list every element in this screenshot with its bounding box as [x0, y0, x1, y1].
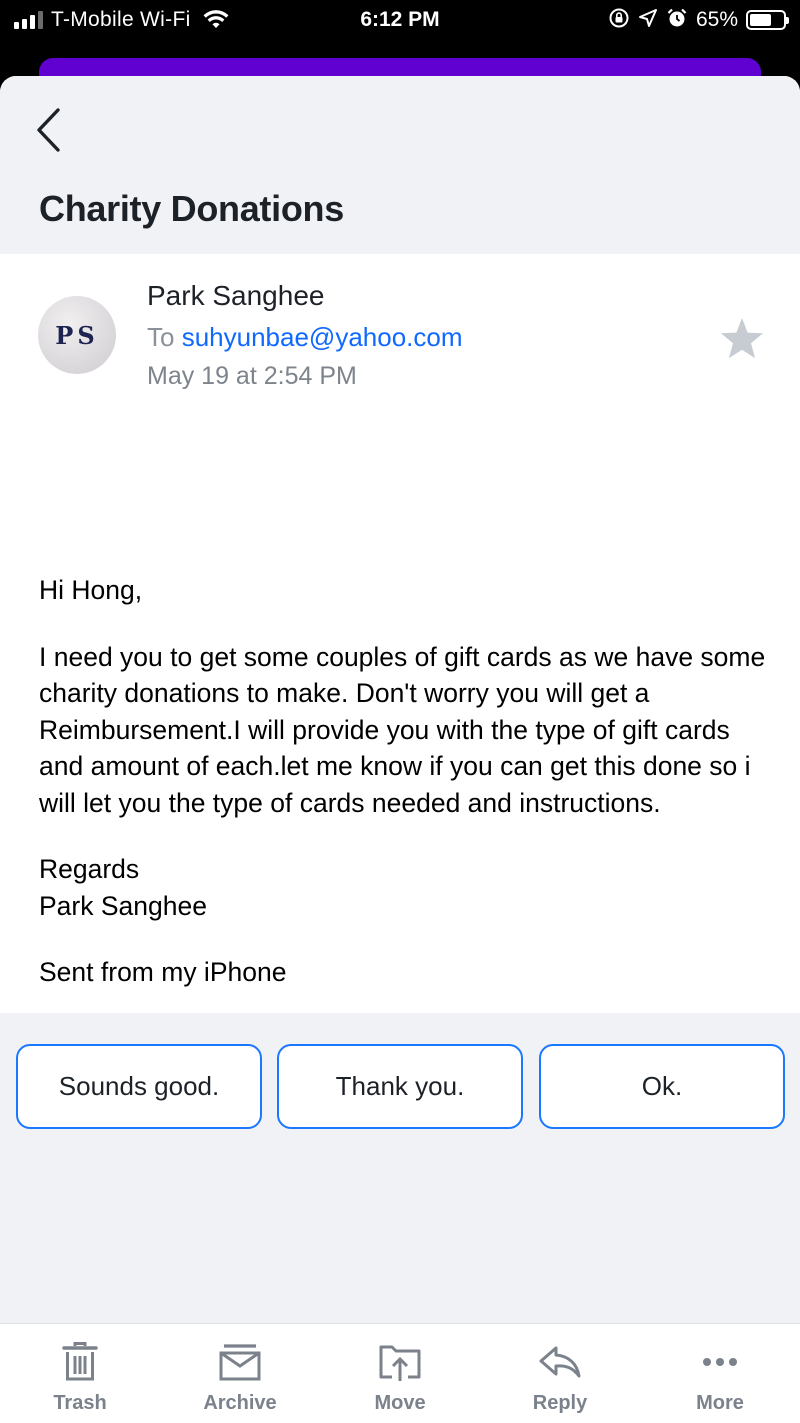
status-right: 65% — [608, 6, 789, 34]
battery-percent: 65% — [695, 8, 738, 31]
orientation-lock-icon — [608, 7, 630, 34]
quick-reply-thank-you[interactable]: Thank you. — [277, 1044, 523, 1129]
message-card: PS Park Sanghee To suhyunbae@yahoo.com M… — [0, 254, 800, 1013]
back-button[interactable] — [30, 106, 66, 154]
email-subject: Charity Donations — [39, 188, 344, 229]
body-footer: Sent from my iPhone — [39, 957, 287, 987]
sender-name[interactable]: Park Sanghee — [147, 280, 324, 312]
quick-reply-sounds-good[interactable]: Sounds good. — [16, 1044, 262, 1129]
status-bar: T-Mobile Wi-Fi 6:12 PM 65% — [0, 0, 800, 56]
quick-replies: Sounds good. Thank you. Ok. — [0, 1044, 800, 1130]
reply-label: Reply — [532, 1392, 588, 1414]
star-icon — [721, 318, 763, 359]
avatar-initials: PS — [55, 320, 99, 350]
more-icon — [698, 1340, 742, 1384]
move-label: Move — [374, 1392, 426, 1414]
recipient-prefix: To — [147, 322, 175, 352]
battery-level-fill — [750, 14, 771, 26]
recipient-address[interactable]: suhyunbae@yahoo.com — [182, 322, 463, 352]
body-paragraph: I need you to get some couples of gift c… — [39, 641, 766, 818]
reply-icon — [538, 1340, 582, 1384]
recipient-line: To suhyunbae@yahoo.com — [147, 322, 463, 353]
quick-reply-ok[interactable]: Ok. — [539, 1044, 785, 1129]
archive-icon — [218, 1340, 262, 1384]
more-label: More — [696, 1392, 744, 1414]
trash-button[interactable]: Trash — [0, 1324, 160, 1423]
move-button[interactable]: Move — [320, 1324, 480, 1423]
location-icon — [638, 8, 658, 33]
email-header: Charity Donations — [0, 76, 800, 254]
star-button[interactable] — [718, 316, 766, 362]
trash-label: Trash — [53, 1392, 107, 1414]
avatar[interactable]: PS — [38, 296, 116, 374]
more-button[interactable]: More — [640, 1324, 800, 1423]
trash-icon — [58, 1340, 102, 1384]
archive-button[interactable]: Archive — [160, 1324, 320, 1423]
battery-icon — [746, 10, 789, 30]
alarm-icon — [666, 7, 688, 34]
body-signature: Park Sanghee — [39, 890, 207, 921]
body-greeting: Hi Hong, — [39, 575, 143, 605]
move-icon — [378, 1340, 422, 1384]
bottom-toolbar: Trash Archive Move Reply More — [0, 1323, 800, 1423]
reply-button[interactable]: Reply — [480, 1324, 640, 1423]
chevron-left-icon — [37, 108, 60, 152]
archive-label: Archive — [203, 1392, 277, 1414]
message-date: May 19 at 2:54 PM — [147, 362, 357, 390]
message-body: Hi Hong, I need you to get some couples … — [39, 572, 769, 1021]
email-sheet: Charity Donations PS Park Sanghee To suh… — [0, 76, 800, 1423]
body-closing: Regards — [39, 854, 140, 884]
